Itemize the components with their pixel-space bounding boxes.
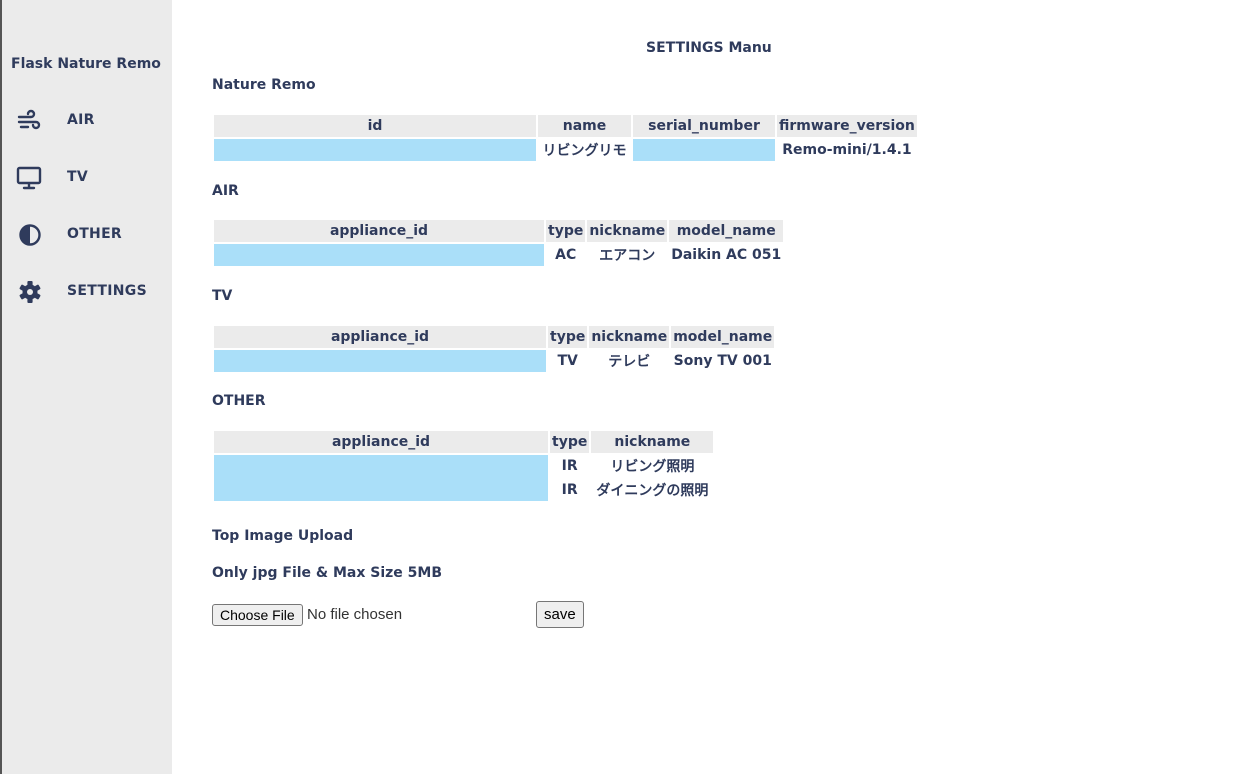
column-header-appliance-id: appliance_id	[214, 326, 546, 348]
column-header-id: id	[214, 115, 536, 137]
upload-title: Top Image Upload	[212, 528, 354, 544]
contrast-icon	[16, 223, 42, 247]
air-table: appliance_id type nickname model_name AC…	[212, 218, 785, 268]
column-header-appliance-id: appliance_id	[214, 431, 548, 453]
app-title: Flask Nature Remo	[11, 56, 161, 72]
appliance-id-cell	[214, 350, 546, 372]
column-header-type: type	[546, 220, 586, 242]
column-header-type: type	[548, 326, 588, 348]
column-header-serial-number: serial_number	[633, 115, 775, 137]
type-cell: TV	[557, 353, 578, 369]
file-input[interactable]: Choose File No file chosen	[212, 603, 592, 627]
column-header-model-name: model_name	[671, 326, 775, 348]
column-header-type: type	[550, 431, 590, 453]
sidebar-item-tv[interactable]: TV	[2, 163, 172, 193]
sidebar-item-label: OTHER	[67, 226, 123, 242]
type-cell: IR	[561, 482, 578, 498]
table-row: TV テレビ Sony TV 001	[214, 350, 774, 372]
sidebar-item-settings[interactable]: SETTINGS	[2, 277, 172, 307]
column-header-firmware-version: firmware_version	[777, 115, 917, 137]
table-header-row: id name serial_number firmware_version	[214, 115, 917, 137]
sidebar-item-label: AIR	[67, 112, 95, 128]
nature-remo-table: id name serial_number firmware_version リ…	[212, 113, 919, 163]
nickname-cell: エアコン	[599, 248, 656, 264]
nickname-cell: リビング照明	[610, 459, 695, 475]
model-name-cell: Daikin AC 051	[671, 247, 782, 263]
device-name-cell: リビングリモ	[542, 143, 627, 159]
appliance-id-cell	[214, 455, 548, 501]
serial-number-cell	[633, 139, 775, 161]
upload-note: Only jpg File & Max Size 5MB	[212, 565, 443, 581]
device-id-cell	[214, 139, 536, 161]
sidebar-item-air[interactable]: AIR	[2, 106, 172, 136]
monitor-icon	[16, 166, 42, 190]
model-name-cell: Sony TV 001	[673, 353, 772, 369]
main-content: SETTINGS Manu Nature Remo id name serial…	[212, 0, 1212, 774]
type-cell: AC	[555, 247, 577, 263]
nickname-cell: テレビ	[608, 354, 651, 370]
section-title-tv: TV	[212, 288, 233, 304]
type-cell: IR	[561, 458, 578, 474]
save-button[interactable]: save	[536, 601, 584, 628]
section-title-other: OTHER	[212, 393, 266, 409]
appliance-id-cell	[214, 244, 544, 266]
section-title-air: AIR	[212, 183, 239, 199]
file-status-text: No file chosen	[307, 606, 403, 623]
column-header-nickname: nickname	[587, 220, 668, 242]
table-header-row: appliance_id type nickname model_name	[214, 220, 784, 242]
wind-icon	[16, 109, 42, 133]
sidebar: Flask Nature Remo AIR TV OTHER SETTINGS	[0, 0, 172, 774]
sidebar-item-label: SETTINGS	[67, 283, 147, 299]
gear-icon	[16, 280, 42, 304]
column-header-model-name: model_name	[669, 220, 784, 242]
table-row: AC エアコン Daikin AC 051	[214, 244, 783, 266]
firmware-version-cell: Remo-mini/1.4.1	[782, 142, 912, 158]
other-table: appliance_id type nickname IR リビング照明 IR …	[212, 429, 715, 503]
table-header-row: appliance_id type nickname model_name	[214, 326, 775, 348]
nickname-cell: ダイニングの照明	[596, 483, 709, 499]
table-row: リビングリモ Remo-mini/1.4.1	[214, 139, 917, 161]
section-title-nature-remo: Nature Remo	[212, 77, 316, 93]
tv-table: appliance_id type nickname model_name TV…	[212, 324, 776, 374]
column-header-nickname: nickname	[591, 431, 714, 453]
column-header-nickname: nickname	[589, 326, 670, 348]
column-header-appliance-id: appliance_id	[214, 220, 544, 242]
table-row: IR リビング照明	[214, 455, 713, 501]
sidebar-item-label: TV	[67, 169, 88, 185]
choose-file-button[interactable]: Choose File	[212, 604, 303, 626]
table-header-row: appliance_id type nickname	[214, 431, 714, 453]
page-title: SETTINGS Manu	[646, 40, 772, 56]
column-header-name: name	[538, 115, 631, 137]
sidebar-item-other[interactable]: OTHER	[2, 220, 172, 250]
